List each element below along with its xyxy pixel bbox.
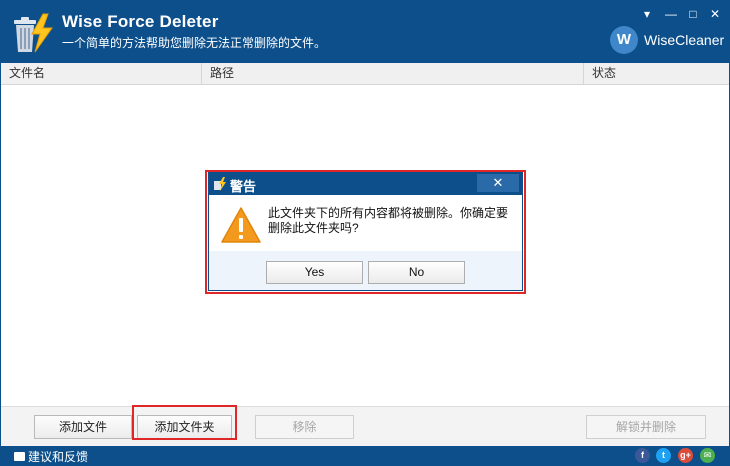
- button-bar: 添加文件 添加文件夹 移除 解锁并删除: [1, 406, 729, 446]
- email-icon[interactable]: ✉: [700, 448, 715, 463]
- dialog-footer: Yes No: [209, 251, 522, 290]
- feedback-link[interactable]: 建议和反馈: [14, 448, 88, 465]
- trash-bolt-icon: [14, 13, 53, 53]
- app-subtitle: 一个简单的方法帮助您删除无法正常删除的文件。: [62, 36, 327, 50]
- app-window: Wise Force Deleter 一个简单的方法帮助您删除无法正常删除的文件…: [0, 0, 730, 466]
- yes-button[interactable]: Yes: [266, 261, 363, 284]
- column-header-path[interactable]: 路径: [202, 63, 584, 84]
- speech-bubble-icon: [14, 452, 25, 461]
- feedback-label: 建议和反馈: [28, 450, 89, 464]
- wisecleaner-logo-icon: W: [610, 26, 638, 54]
- warning-dialog: 警告 ✕ 此文件夹下的所有内容都将被删除。你确定要删除此文件夹吗? Yes No: [208, 172, 523, 291]
- wisecleaner-brand[interactable]: W WiseCleaner: [610, 26, 724, 54]
- dialog-title-bar: 警告 ✕: [209, 173, 522, 195]
- app-title: Wise Force Deleter: [62, 12, 219, 31]
- warning-icon: [221, 207, 261, 243]
- add-folder-highlight: [132, 405, 237, 440]
- no-button[interactable]: No: [368, 261, 465, 284]
- maximize-button[interactable]: □: [683, 5, 703, 23]
- column-header-filename[interactable]: 文件名: [1, 63, 202, 84]
- facebook-icon[interactable]: f: [635, 448, 650, 463]
- google-plus-icon[interactable]: g+: [678, 448, 693, 463]
- dialog-title: 警告: [230, 179, 257, 194]
- menu-button[interactable]: ▾: [637, 5, 657, 23]
- dialog-message: 此文件夹下的所有内容都将被删除。你确定要删除此文件夹吗?: [268, 206, 509, 235]
- column-header-status[interactable]: 状态: [584, 63, 729, 84]
- unlock-delete-button[interactable]: 解锁并删除: [586, 415, 706, 439]
- title-bar: Wise Force Deleter 一个简单的方法帮助您删除无法正常删除的文件…: [1, 1, 729, 63]
- brand-name: WiseCleaner: [644, 32, 725, 48]
- close-button[interactable]: ✕: [705, 5, 725, 23]
- twitter-icon[interactable]: t: [656, 448, 671, 463]
- status-bar: 建议和反馈 f t g+ ✉: [1, 446, 729, 465]
- remove-button[interactable]: 移除: [255, 415, 354, 439]
- dialog-close-button[interactable]: ✕: [477, 174, 519, 192]
- app-small-icon: [214, 177, 226, 191]
- file-table-header: 文件名 路径 状态: [1, 63, 729, 85]
- add-file-button[interactable]: 添加文件: [34, 415, 132, 439]
- minimize-button[interactable]: —: [661, 5, 681, 23]
